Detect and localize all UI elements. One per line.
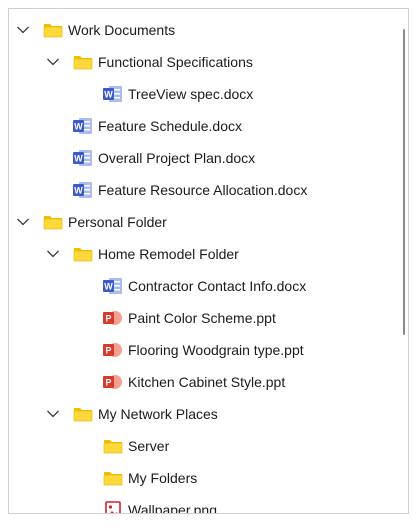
folder-icon xyxy=(43,21,63,39)
tree-item-label: Home Remodel Folder xyxy=(98,246,239,262)
image-file-icon xyxy=(103,501,123,514)
word-document-icon xyxy=(103,277,123,295)
tree-item-label: My Network Places xyxy=(98,406,218,422)
tree-item-label: Wallpaper.png xyxy=(128,502,217,514)
tree-item-label: Work Documents xyxy=(68,22,176,38)
tree-item-kitchen-cabinet-style[interactable]: Kitchen Cabinet Style.ppt xyxy=(9,366,398,398)
chevron-down-icon[interactable] xyxy=(46,407,60,421)
folder-icon xyxy=(103,469,123,487)
chevron-down-icon[interactable] xyxy=(46,247,60,261)
tree-item-contractor-contact-info[interactable]: Contractor Contact Info.docx xyxy=(9,270,398,302)
tree-item-feature-schedule[interactable]: Feature Schedule.docx xyxy=(9,110,398,142)
word-document-icon xyxy=(103,85,123,103)
tree-item-label: Flooring Woodgrain type.ppt xyxy=(128,342,304,358)
tree-item-functional-specifications[interactable]: Functional Specifications xyxy=(9,46,398,78)
powerpoint-icon xyxy=(103,309,123,327)
folder-icon xyxy=(103,437,123,455)
tree-item-label: My Folders xyxy=(128,470,198,486)
chevron-down-icon[interactable] xyxy=(16,215,30,229)
folder-icon xyxy=(73,405,93,423)
tree-view[interactable]: Work Documents Functional Specifications… xyxy=(8,8,409,514)
tree-item-flooring-woodgrain[interactable]: Flooring Woodgrain type.ppt xyxy=(9,334,398,366)
tree-item-treeview-spec[interactable]: TreeView spec.docx xyxy=(9,78,398,110)
tree-item-label: Feature Resource Allocation.docx xyxy=(98,182,308,198)
tree-item-paint-color-scheme[interactable]: Paint Color Scheme.ppt xyxy=(9,302,398,334)
word-document-icon xyxy=(73,149,93,167)
tree-item-label: Overall Project Plan.docx xyxy=(98,150,256,166)
tree-item-home-remodel-folder[interactable]: Home Remodel Folder xyxy=(9,238,398,270)
folder-icon xyxy=(73,245,93,263)
tree-item-feature-resource-allocation[interactable]: Feature Resource Allocation.docx xyxy=(9,174,398,206)
tree-item-label: Kitchen Cabinet Style.ppt xyxy=(128,374,286,390)
tree-item-label: Feature Schedule.docx xyxy=(98,118,242,134)
tree-item-my-network-places[interactable]: My Network Places xyxy=(9,398,398,430)
tree-item-overall-project-plan[interactable]: Overall Project Plan.docx xyxy=(9,142,398,174)
tree-item-my-folders[interactable]: My Folders xyxy=(9,462,398,494)
tree-item-server[interactable]: Server xyxy=(9,430,398,462)
powerpoint-icon xyxy=(103,373,123,391)
folder-icon xyxy=(43,213,63,231)
word-document-icon xyxy=(73,117,93,135)
tree-item-label: Paint Color Scheme.ppt xyxy=(128,310,276,326)
tree-item-label: Personal Folder xyxy=(68,214,167,230)
vertical-scrollbar[interactable] xyxy=(403,29,405,335)
chevron-down-icon[interactable] xyxy=(46,55,60,69)
tree-item-label: Functional Specifications xyxy=(98,54,253,70)
tree-item-label: TreeView spec.docx xyxy=(128,86,254,102)
powerpoint-icon xyxy=(103,341,123,359)
folder-icon xyxy=(73,53,93,71)
tree-item-label: Server xyxy=(128,438,170,454)
chevron-down-icon[interactable] xyxy=(16,23,30,37)
tree-item-personal-folder[interactable]: Personal Folder xyxy=(9,206,398,238)
tree-item-label: Contractor Contact Info.docx xyxy=(128,278,307,294)
tree-item-work-documents[interactable]: Work Documents xyxy=(9,14,398,46)
tree-item-wallpaper[interactable]: Wallpaper.png xyxy=(9,494,398,514)
word-document-icon xyxy=(73,181,93,199)
